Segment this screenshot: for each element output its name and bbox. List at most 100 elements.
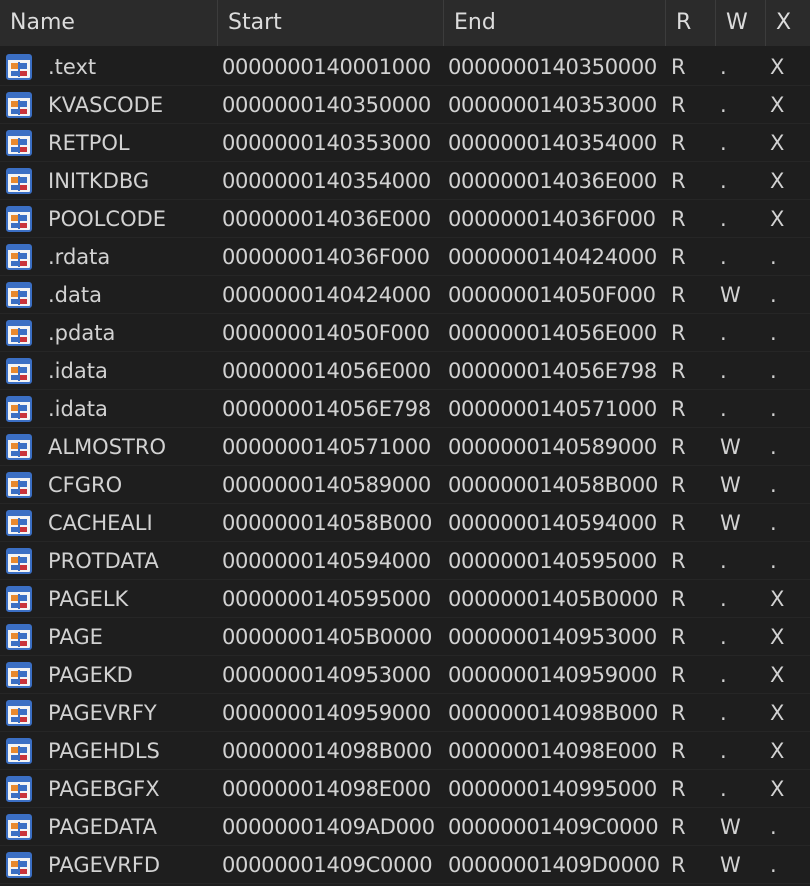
segment-end: 000000014036F000 <box>448 207 656 231</box>
segment-name: .idata <box>48 397 108 421</box>
segment-start: 0000000140589000 <box>222 473 431 497</box>
table-row[interactable]: RETPOL 0000000140353000 0000000140354000 R.… <box>0 124 810 162</box>
column-header-start[interactable]: Start <box>218 0 444 46</box>
segment-read-flag: R <box>671 549 686 573</box>
segment-read-flag: R <box>671 473 686 497</box>
table-row[interactable]: PAGEVRFY 0000000140959000 000000014098B000… <box>0 694 810 732</box>
table-row[interactable]: PAGEBGFX 000000014098E000 0000000140995000… <box>0 770 810 808</box>
table-row[interactable]: PROTDATA 0000000140594000 0000000140595000… <box>0 542 810 580</box>
segment-start: 000000014058B000 <box>222 511 433 535</box>
segment-exec-flag: . <box>770 511 777 535</box>
table-row[interactable]: CFGRO 0000000140589000 000000014058B000 R W. <box>0 466 810 504</box>
segment-read-flag: R <box>671 587 686 611</box>
segment-write-flag: . <box>720 625 727 649</box>
table-row[interactable]: ALMOSTRO 0000000140571000 0000000140589000… <box>0 428 810 466</box>
table-row[interactable]: .data 0000000140424000 000000014050F000 R W. <box>0 276 810 314</box>
table-row[interactable]: KVASCODE 0000000140350000 0000000140353000… <box>0 86 810 124</box>
segment-read-flag: R <box>671 321 686 345</box>
segment-start: 00000001409C0000 <box>222 853 433 877</box>
table-row[interactable]: PAGEDATA 00000001409AD000 00000001409C0000… <box>0 808 810 846</box>
table-row[interactable]: .idata 000000014056E798 0000000140571000 R.… <box>0 390 810 428</box>
segment-end: 000000014098B000 <box>448 701 659 725</box>
segment-name: .idata <box>48 359 108 383</box>
segment-read-flag: R <box>671 625 686 649</box>
table-row[interactable]: PAGEVRFD 00000001409C0000 00000001409D0000… <box>0 846 810 884</box>
segment-start: 0000000140594000 <box>222 549 431 573</box>
segment-exec-flag: X <box>770 55 785 79</box>
segment-name: INITKDBG <box>48 169 150 193</box>
segment-read-flag: R <box>671 853 686 877</box>
segment-exec-flag: . <box>770 397 777 421</box>
segment-end: 000000014056E000 <box>448 321 657 345</box>
segment-name: PAGEBGFX <box>48 777 160 801</box>
segment-read-flag: R <box>671 245 686 269</box>
segment-start: 000000014050F000 <box>222 321 430 345</box>
segment-exec-flag: . <box>770 473 777 497</box>
segment-start: 0000000140001000 <box>222 55 431 79</box>
column-header-end[interactable]: End <box>444 0 666 46</box>
segment-start: 0000000140959000 <box>222 701 431 725</box>
table-row[interactable]: .text 0000000140001000 0000000140350000 R. X <box>0 48 810 86</box>
segment-read-flag: R <box>671 283 686 307</box>
table-row[interactable]: PAGE 00000001405B0000 0000000140953000 R. X <box>0 618 810 656</box>
table-row[interactable]: CACHEALI 000000014058B000 0000000140594000… <box>0 504 810 542</box>
segment-read-flag: R <box>671 93 686 117</box>
table-row[interactable]: .rdata 000000014036F000 0000000140424000 R.… <box>0 238 810 276</box>
segment-icon <box>6 510 32 536</box>
segment-exec-flag: . <box>770 549 777 573</box>
segment-name: .pdata <box>48 321 116 345</box>
segment-read-flag: R <box>671 701 686 725</box>
segment-name: PROTDATA <box>48 549 159 573</box>
segment-exec-flag: . <box>770 245 777 269</box>
segment-read-flag: R <box>671 131 686 155</box>
segment-end: 000000014056E798 <box>448 359 657 383</box>
segment-write-flag: . <box>720 663 727 687</box>
segment-write-flag: . <box>720 587 727 611</box>
column-header-r[interactable]: R <box>666 0 716 46</box>
table-row[interactable]: .idata 000000014056E000 000000014056E798 R.… <box>0 352 810 390</box>
segment-read-flag: R <box>671 169 686 193</box>
segment-write-flag: . <box>720 777 727 801</box>
segment-end: 00000001409C0000 <box>448 815 659 839</box>
segment-name: PAGEKD <box>48 663 133 687</box>
table-row[interactable]: PAGEHDLS 000000014098B000 000000014098E000… <box>0 732 810 770</box>
segment-end: 00000001409D0000 <box>448 853 660 877</box>
segment-read-flag: R <box>671 207 686 231</box>
segment-name: PAGEVRFD <box>48 853 161 877</box>
table-row[interactable]: INITKDBG 0000000140354000 000000014036E000… <box>0 162 810 200</box>
column-header-name[interactable]: Name <box>0 0 218 46</box>
segment-write-flag: . <box>720 359 727 383</box>
table-row[interactable]: PAGELK 0000000140595000 00000001405B0000 R.… <box>0 580 810 618</box>
segment-end: 0000000140995000 <box>448 777 657 801</box>
segment-name: POOLCODE <box>48 207 167 231</box>
segment-icon <box>6 852 32 878</box>
column-header-x[interactable]: X <box>766 0 810 46</box>
segment-name: CFGRO <box>48 473 123 497</box>
column-header-w[interactable]: W <box>716 0 766 46</box>
segment-end: 0000000140595000 <box>448 549 657 573</box>
segment-write-flag: . <box>720 397 727 421</box>
segment-start: 0000000140350000 <box>222 93 431 117</box>
segment-name: PAGEHDLS <box>48 739 160 763</box>
table-row[interactable]: POOLCODE 000000014036E000 000000014036F000… <box>0 200 810 238</box>
segment-icon <box>6 700 32 726</box>
segment-icon <box>6 738 32 764</box>
segment-name: .rdata <box>48 245 111 269</box>
table-row[interactable]: PAGEKD 0000000140953000 0000000140959000 R.… <box>0 656 810 694</box>
segment-end: 0000000140594000 <box>448 511 657 535</box>
segment-write-flag: W <box>720 473 741 497</box>
segment-end: 000000014098E000 <box>448 739 657 763</box>
segment-name: PAGE <box>48 625 103 649</box>
segment-read-flag: R <box>671 55 686 79</box>
segment-exec-flag: . <box>770 853 777 877</box>
table-row[interactable]: .pdata 000000014050F000 000000014056E000 R.… <box>0 314 810 352</box>
segment-start: 00000001409AD000 <box>222 815 435 839</box>
segment-exec-flag: . <box>770 435 777 459</box>
segment-icon <box>6 776 32 802</box>
segment-exec-flag: X <box>770 93 785 117</box>
segment-exec-flag: . <box>770 283 777 307</box>
segment-write-flag: W <box>720 853 741 877</box>
segment-icon <box>6 282 32 308</box>
segment-end: 0000000140350000 <box>448 55 657 79</box>
segment-name: CACHEALI <box>48 511 153 535</box>
